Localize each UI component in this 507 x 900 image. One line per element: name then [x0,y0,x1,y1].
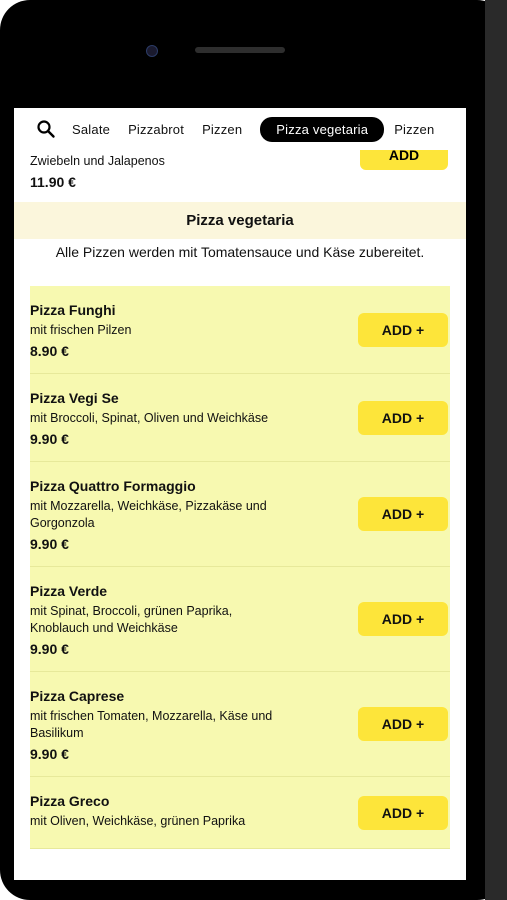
menu-item: Pizza Greco mit Oliven, Weichkäse, grüne… [30,777,450,849]
item-name: Pizza Caprese [30,688,125,704]
item-description: mit frischen Pilzen [30,323,132,337]
tab-pizza-vegetaria[interactable]: Pizza vegetaria [260,116,385,142]
item-name: Pizza Verde [30,583,108,599]
app-screen: Salate Pizzabrot Pizzen Pizza vegetaria … [14,108,466,880]
add-button[interactable]: ADD + [358,707,448,741]
tab-salate[interactable]: Salate [72,122,110,137]
add-button[interactable]: ADD + [358,602,448,636]
tab-pizzabrot[interactable]: Pizzabrot [128,122,184,137]
menu-item: Pizza Funghi mit frischen Pilzen 8.90 € … [30,286,450,374]
item-price: 11.90 € [30,174,76,190]
item-name: Pizza Quattro Formaggio [30,478,196,494]
menu-item: Pizza Caprese mit frischen Tomaten, Mozz… [30,672,450,777]
item-description: mit Mozzarella, Weichkäse, Pizzakäse und… [30,499,267,530]
front-camera [146,45,158,57]
earpiece-speaker [195,47,285,53]
menu-item: Pizza Verde mit Spinat, Broccoli, grünen… [30,567,450,672]
category-nav-bar: Salate Pizzabrot Pizzen Pizza vegetaria … [14,108,466,151]
add-button[interactable]: ADD + [358,497,448,531]
menu-item-list: Pizza Funghi mit frischen Pilzen 8.90 € … [30,286,450,849]
menu-content: Zwiebeln und Jalapenos 11.90 € ADD Pizza… [14,150,466,880]
item-price: 9.90 € [30,746,69,762]
phone-frame: Salate Pizzabrot Pizzen Pizza vegetaria … [0,0,507,900]
add-button[interactable]: ADD + [358,400,448,435]
item-description: Zwiebeln und Jalapenos [30,154,165,168]
menu-item: Pizza Quattro Formaggio mit Mozzarella, … [30,462,450,567]
tab-pizzen-2[interactable]: Pizzen [394,122,434,137]
phone-side-edge [485,0,507,900]
category-header: Pizza vegetaria [14,202,466,239]
search-icon[interactable] [36,119,56,139]
item-description: mit frischen Tomaten, Mozzarella, Käse u… [30,709,273,740]
tab-pizzen[interactable]: Pizzen [202,122,242,137]
add-button[interactable]: ADD [360,150,448,170]
item-price: 9.90 € [30,641,69,657]
add-button[interactable]: ADD + [358,795,448,830]
item-price: 9.90 € [30,536,69,552]
item-description: mit Broccoli, Spinat, Oliven und Weichkä… [30,411,269,425]
add-button[interactable]: ADD + [358,312,448,347]
category-note: Alle Pizzen werden mit Tomatensauce und … [55,244,425,260]
item-description: mit Spinat, Broccoli, grünen Paprika, Kn… [30,604,233,635]
menu-item: Pizza Vegi Se mit Broccoli, Spinat, Oliv… [30,374,450,462]
item-description: mit Oliven, Weichkäse, grünen Paprika [30,814,246,828]
previous-menu-item: Zwiebeln und Jalapenos 11.90 € ADD [30,150,450,202]
